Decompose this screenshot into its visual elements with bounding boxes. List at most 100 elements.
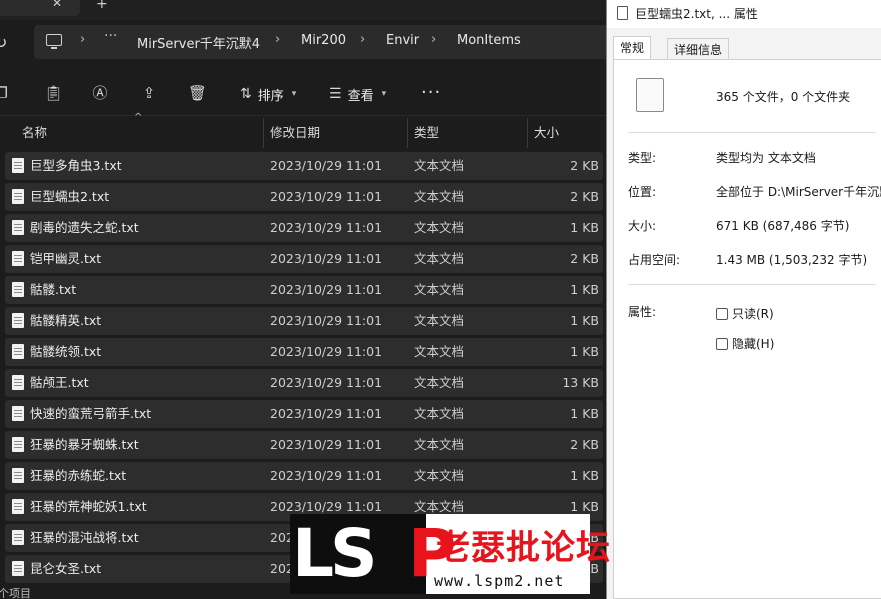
file-row[interactable]: 巨型蠕虫2.txt 2023/10/29 11:01 文本文档 2 KB xyxy=(5,183,603,211)
file-size: 1 KB xyxy=(570,282,599,297)
chevron-right-icon[interactable]: › xyxy=(431,32,436,47)
file-explorer-window: ✕ + ↻ › ··· MirServer千年沉默4 › Mir200 › En… xyxy=(0,0,606,599)
new-tab-icon[interactable]: + xyxy=(96,0,108,12)
text-file-icon xyxy=(12,251,24,266)
file-date: 2023/10/29 11:01 xyxy=(270,437,383,452)
file-row[interactable]: 铠甲幽灵.txt 2023/10/29 11:01 文本文档 2 KB xyxy=(5,245,603,273)
rename-icon[interactable]: Ⓐ xyxy=(91,84,109,102)
file-size: 2 KB xyxy=(570,189,599,204)
address-bar[interactable]: › ··· MirServer千年沉默4 › Mir200 › Envir › … xyxy=(34,25,606,59)
file-size: 2 KB xyxy=(570,251,599,266)
delete-icon[interactable]: 🗑︎ xyxy=(188,84,207,102)
column-date[interactable]: 修改日期 xyxy=(264,118,408,148)
location-value: 全部位于 D:\MirServer千年沉默 xyxy=(716,185,881,199)
file-type: 文本文档 xyxy=(414,313,465,328)
dialog-title: 巨型蠕虫2.txt, ... 属性 xyxy=(635,7,758,21)
more-crumbs-icon[interactable]: ··· xyxy=(104,28,117,44)
file-name: 铠甲幽灵.txt xyxy=(30,251,102,266)
dialog-tabs: 常规 详细信息 xyxy=(613,36,881,60)
attributes-label: 属性: xyxy=(628,305,657,319)
file-size: 1 KB xyxy=(570,220,599,235)
file-count-summary: 365 个文件，0 个文件夹 xyxy=(716,90,851,104)
disk-usage-label: 占用空间: xyxy=(628,253,681,267)
text-file-icon xyxy=(12,530,24,545)
divider xyxy=(628,284,876,285)
share-icon[interactable]: ⇪ xyxy=(140,84,158,102)
size-value: 671 KB (687,486 字节) xyxy=(716,219,850,233)
type-value: 类型均为 文本文档 xyxy=(716,151,816,165)
file-size: 13 KB xyxy=(562,375,599,390)
text-file-icon xyxy=(12,499,24,514)
chevron-right-icon[interactable]: › xyxy=(360,32,365,47)
file-name: 剧毒的遗失之蛇.txt xyxy=(30,220,139,235)
file-type: 文本文档 xyxy=(414,344,465,359)
disk-usage-value: 1.43 MB (1,503,232 字节) xyxy=(716,253,868,267)
close-tab-icon[interactable]: ✕ xyxy=(52,0,62,10)
file-row[interactable]: 骷髅精英.txt 2023/10/29 11:01 文本文档 1 KB xyxy=(5,307,603,335)
breadcrumb-item[interactable]: Envir xyxy=(386,33,419,48)
file-date: 2023/10/29 11:01 xyxy=(270,282,383,297)
text-file-icon xyxy=(12,406,24,421)
address-bar-area: ↻ › ··· MirServer千年沉默4 › Mir200 › Envir … xyxy=(0,20,606,66)
file-name: 狂暴的混沌战将.txt xyxy=(30,530,139,545)
breadcrumb-item[interactable]: MirServer千年沉默4 xyxy=(137,33,260,52)
file-date: 2023/10/29 11:01 xyxy=(270,375,383,390)
breadcrumb-item[interactable]: MonItems xyxy=(457,33,521,48)
more-options-button[interactable]: ··· xyxy=(421,82,441,103)
chevron-down-icon: ▾ xyxy=(291,89,297,99)
tab-strip: ✕ + xyxy=(0,0,606,20)
text-file-icon xyxy=(12,189,24,204)
file-date: 2023/10/29 11:01 xyxy=(270,220,383,235)
file-row[interactable]: 骷颅王.txt 2023/10/29 11:01 文本文档 13 KB xyxy=(5,369,603,397)
file-name: 巨型蠕虫2.txt xyxy=(30,189,110,204)
size-label: 大小: xyxy=(628,219,657,233)
refresh-icon[interactable]: ↻ xyxy=(0,33,7,52)
file-type: 文本文档 xyxy=(414,220,465,235)
file-row[interactable]: 剧毒的遗失之蛇.txt 2023/10/29 11:01 文本文档 1 KB xyxy=(5,214,603,242)
text-file-icon xyxy=(12,468,24,483)
column-size[interactable]: 大小 xyxy=(528,118,606,148)
tab-details[interactable]: 详细信息 xyxy=(667,38,730,60)
text-file-icon xyxy=(12,561,24,576)
tab-general[interactable]: 常规 xyxy=(613,36,652,60)
copy-icon[interactable]: ❐ xyxy=(0,84,10,102)
file-date: 2023/10/29 11:01 xyxy=(270,344,383,359)
column-type[interactable]: 类型 xyxy=(408,118,528,148)
file-row[interactable]: 巨型多角虫3.txt 2023/10/29 11:01 文本文档 2 KB xyxy=(5,152,603,180)
watermark-logo-text: LS xyxy=(292,515,378,592)
paste-icon[interactable]: 📋︎ xyxy=(44,84,63,102)
view-button[interactable]: ☰ 查看 ▾ xyxy=(329,84,386,104)
file-size: 1 KB xyxy=(570,344,599,359)
file-type: 文本文档 xyxy=(414,468,465,483)
sort-label: 排序 xyxy=(257,88,284,104)
chevron-right-icon[interactable]: › xyxy=(275,32,280,47)
watermark-url: www.lspm2.net xyxy=(434,572,565,590)
hidden-checkbox[interactable]: 隐藏(H) xyxy=(716,335,774,352)
breadcrumb-item[interactable]: Mir200 xyxy=(301,33,346,48)
location-label: 位置: xyxy=(628,185,657,199)
screen: ✕ + ↻ › ··· MirServer千年沉默4 › Mir200 › En… xyxy=(0,0,881,599)
sort-button[interactable]: ⇅ 排序 ▾ xyxy=(240,84,296,104)
dialog-title-bar[interactable]: 巨型蠕虫2.txt, ... 属性 xyxy=(607,0,881,28)
file-type: 文本文档 xyxy=(414,437,465,452)
column-header: ^ 名称 修改日期 类型 大小 xyxy=(0,112,606,148)
chevron-right-icon[interactable]: › xyxy=(80,32,85,47)
text-file-icon xyxy=(12,220,24,235)
column-name[interactable]: 名称 xyxy=(16,118,264,148)
view-label: 查看 xyxy=(347,88,374,104)
checkbox-box[interactable] xyxy=(716,307,728,320)
file-name: 骷髅精英.txt xyxy=(30,313,102,328)
file-row[interactable]: 骷髅.txt 2023/10/29 11:01 文本文档 1 KB xyxy=(5,276,603,304)
checkbox-box[interactable] xyxy=(716,337,728,350)
file-row[interactable]: 骷髅统领.txt 2023/10/29 11:01 文本文档 1 KB xyxy=(5,338,603,366)
file-row[interactable]: 快速的蛮荒弓箭手.txt 2023/10/29 11:01 文本文档 1 KB xyxy=(5,400,603,428)
readonly-checkbox[interactable]: 只读(R) xyxy=(716,305,774,322)
file-size: 2 KB xyxy=(570,158,599,173)
file-name: 狂暴的赤练蛇.txt xyxy=(30,468,127,483)
file-row[interactable]: 狂暴的暴牙蜘蛛.txt 2023/10/29 11:01 文本文档 2 KB xyxy=(5,431,603,459)
file-date: 2023/10/29 11:01 xyxy=(270,468,383,483)
explorer-tab[interactable] xyxy=(0,0,80,16)
view-icon: ☰ xyxy=(329,86,342,102)
text-file-icon xyxy=(12,344,24,359)
file-row[interactable]: 狂暴的赤练蛇.txt 2023/10/29 11:01 文本文档 1 KB xyxy=(5,462,603,490)
